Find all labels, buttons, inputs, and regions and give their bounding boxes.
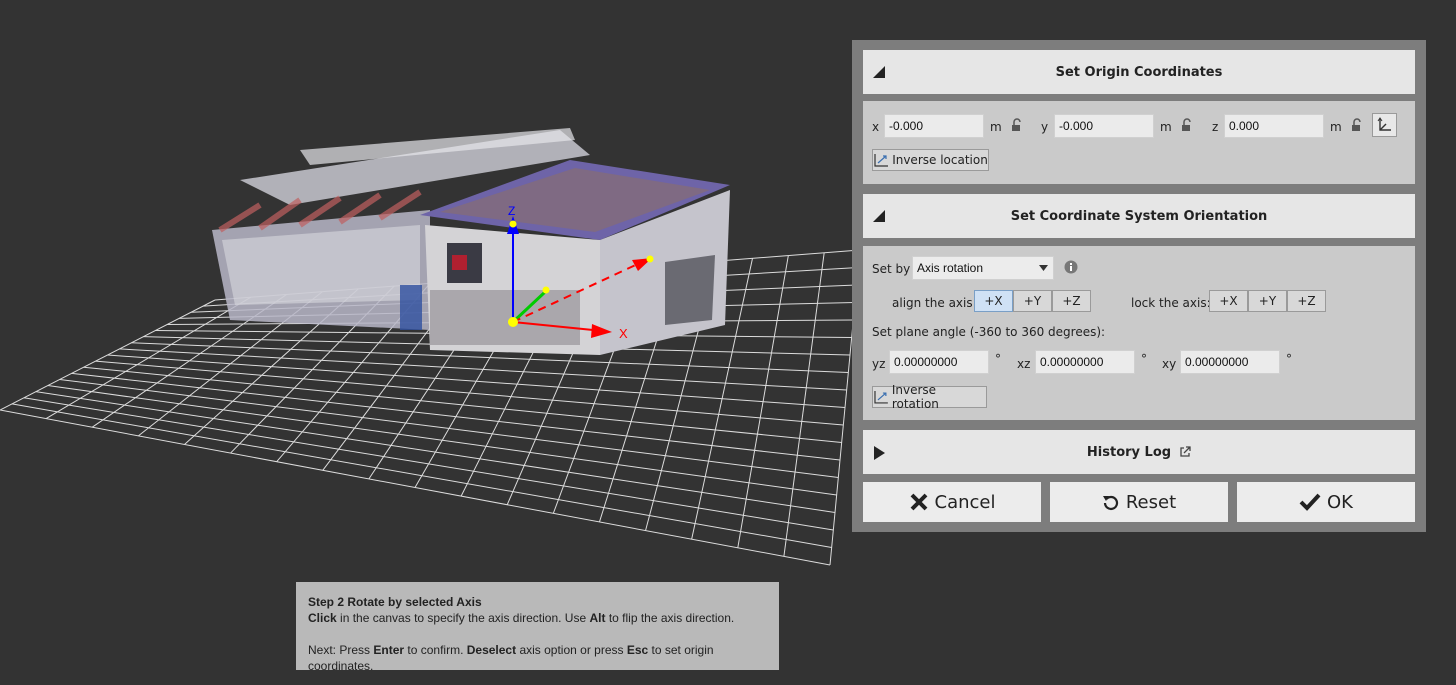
y-unit: m <box>1160 120 1172 134</box>
xz-label: xz <box>1017 357 1031 371</box>
close-icon <box>910 493 927 511</box>
grid-line <box>83 366 842 443</box>
z-unit: m <box>1330 120 1342 134</box>
step-title: Step 2 Rotate by selected Axis <box>308 595 482 609</box>
hint-text: Next: Press <box>308 643 374 657</box>
origin-point <box>508 317 518 327</box>
chevron-down-icon <box>1039 265 1048 271</box>
align-plus-y-button[interactable]: +Y <box>1013 290 1052 312</box>
xy-angle-field[interactable]: 0.00000000 <box>1180 350 1280 374</box>
y-label: y <box>1041 120 1049 134</box>
coordinate-system-dialog: Set Origin Coordinates x -0.000 m y -0.0… <box>852 40 1426 532</box>
history-section-title: History Log <box>1086 444 1172 460</box>
hint-text: axis option or press <box>516 643 627 657</box>
grid-line <box>783 252 825 557</box>
y-axis-endpoint <box>542 286 550 294</box>
grid-line <box>47 385 837 496</box>
axis-pick-button[interactable] <box>1372 113 1397 137</box>
orientation-section-body: Set by Axis rotation align the axis: +X … <box>863 246 1415 420</box>
point-cloud <box>212 128 730 355</box>
x-label: x <box>872 120 880 134</box>
orientation-section-title: Set Coordinate System Orientation <box>1010 208 1268 224</box>
hint-enter-keyword: Enter <box>373 643 405 657</box>
hint-esc-keyword: Esc <box>626 643 649 657</box>
unlock-icon[interactable] <box>1180 118 1192 132</box>
collapse-triangle-icon[interactable] <box>871 208 887 224</box>
z-label: z <box>1212 120 1219 134</box>
yz-angle-field[interactable]: 0.00000000 <box>889 350 989 374</box>
x-axis-label: X <box>619 326 628 341</box>
set-by-label: Set by <box>872 262 911 276</box>
step-hint-panel: Step 2 Rotate by selected Axis Click in … <box>296 582 779 673</box>
grid-line <box>59 378 839 478</box>
reset-icon <box>1102 495 1118 511</box>
align-axis-label: align the axis: <box>892 296 977 310</box>
reset-label: Reset <box>1125 491 1177 513</box>
inverse-icon <box>874 154 889 167</box>
plane-angle-label: Set plane angle (-360 to 360 degrees): <box>872 325 1106 339</box>
grid-line <box>35 391 836 513</box>
lock-plus-y-button[interactable]: +Y <box>1248 290 1287 312</box>
ok-button[interactable]: OK <box>1237 482 1415 522</box>
hint-text: to flip the axis direction. <box>605 611 735 625</box>
inverse-location-label: Inverse location <box>892 153 988 167</box>
external-link-icon[interactable] <box>1179 446 1191 458</box>
grid-line <box>0 409 831 566</box>
xz-angle-field[interactable]: 0.00000000 <box>1035 350 1135 374</box>
align-plus-z-button[interactable]: +Z <box>1052 290 1091 312</box>
collapse-triangle-icon[interactable] <box>871 64 887 80</box>
yz-label: yz <box>872 357 886 371</box>
expand-triangle-icon[interactable] <box>871 444 887 460</box>
x-coordinate-field[interactable]: -0.000 <box>884 114 984 138</box>
lock-plus-z-button[interactable]: +Z <box>1287 290 1326 312</box>
y-coordinate-field[interactable]: -0.000 <box>1054 114 1154 138</box>
unlock-icon[interactable] <box>1350 118 1362 132</box>
hint-line-2: Next: Press Enter to confirm. Deselect a… <box>308 642 767 674</box>
unlock-icon[interactable] <box>1010 118 1022 132</box>
inverse-icon <box>874 391 888 404</box>
history-section-header[interactable]: History Log <box>863 430 1415 474</box>
xy-degree: ° <box>1286 352 1292 366</box>
hint-line-1: Click in the canvas to specify the axis … <box>308 610 767 626</box>
hint-text: in the canvas to specify the axis direct… <box>336 611 590 625</box>
inverse-rotation-button[interactable]: Inverse rotation <box>872 383 987 411</box>
xy-label: xy <box>1162 357 1177 371</box>
align-plus-x-button[interactable]: +X <box>974 290 1013 312</box>
z-coordinate-field[interactable]: 0.000 <box>1224 114 1324 138</box>
z-axis-endpoint <box>509 220 517 228</box>
origin-section-body: x -0.000 m y -0.000 m z 0.000 m Inverse … <box>863 101 1415 184</box>
hint-alt-keyword: Alt <box>589 611 606 625</box>
grid-line <box>95 360 844 426</box>
axes-icon <box>1377 117 1391 131</box>
xz-degree: ° <box>1141 352 1147 366</box>
set-by-value: Axis rotation <box>917 261 984 275</box>
orientation-section-header[interactable]: Set Coordinate System Orientation <box>863 194 1415 238</box>
yz-degree: ° <box>995 352 1001 366</box>
inverse-rotation-label: Inverse rotation <box>891 383 939 411</box>
info-icon[interactable] <box>1064 260 1078 274</box>
checkmark-icon <box>1299 493 1321 511</box>
origin-section-title: Set Origin Coordinates <box>1055 64 1223 80</box>
cancel-label: Cancel <box>934 491 996 513</box>
lock-axis-label: lock the axis: <box>1131 296 1211 310</box>
origin-section-header[interactable]: Set Origin Coordinates <box>863 50 1415 94</box>
x-unit: m <box>990 120 1002 134</box>
z-axis-label: Z <box>508 204 515 218</box>
lock-plus-x-button[interactable]: +X <box>1209 290 1248 312</box>
ok-label: OK <box>1327 491 1353 513</box>
cancel-button[interactable]: Cancel <box>863 482 1041 522</box>
hint-click-keyword: Click <box>308 611 337 625</box>
set-by-dropdown[interactable]: Axis rotation <box>912 256 1054 280</box>
hint-text: to confirm. <box>404 643 467 657</box>
grid-line <box>23 397 834 531</box>
reset-button[interactable]: Reset <box>1050 482 1228 522</box>
direction-endpoint <box>646 255 654 263</box>
inverse-location-button[interactable]: Inverse location <box>872 149 989 171</box>
hint-deselect-keyword: Deselect <box>466 643 517 657</box>
